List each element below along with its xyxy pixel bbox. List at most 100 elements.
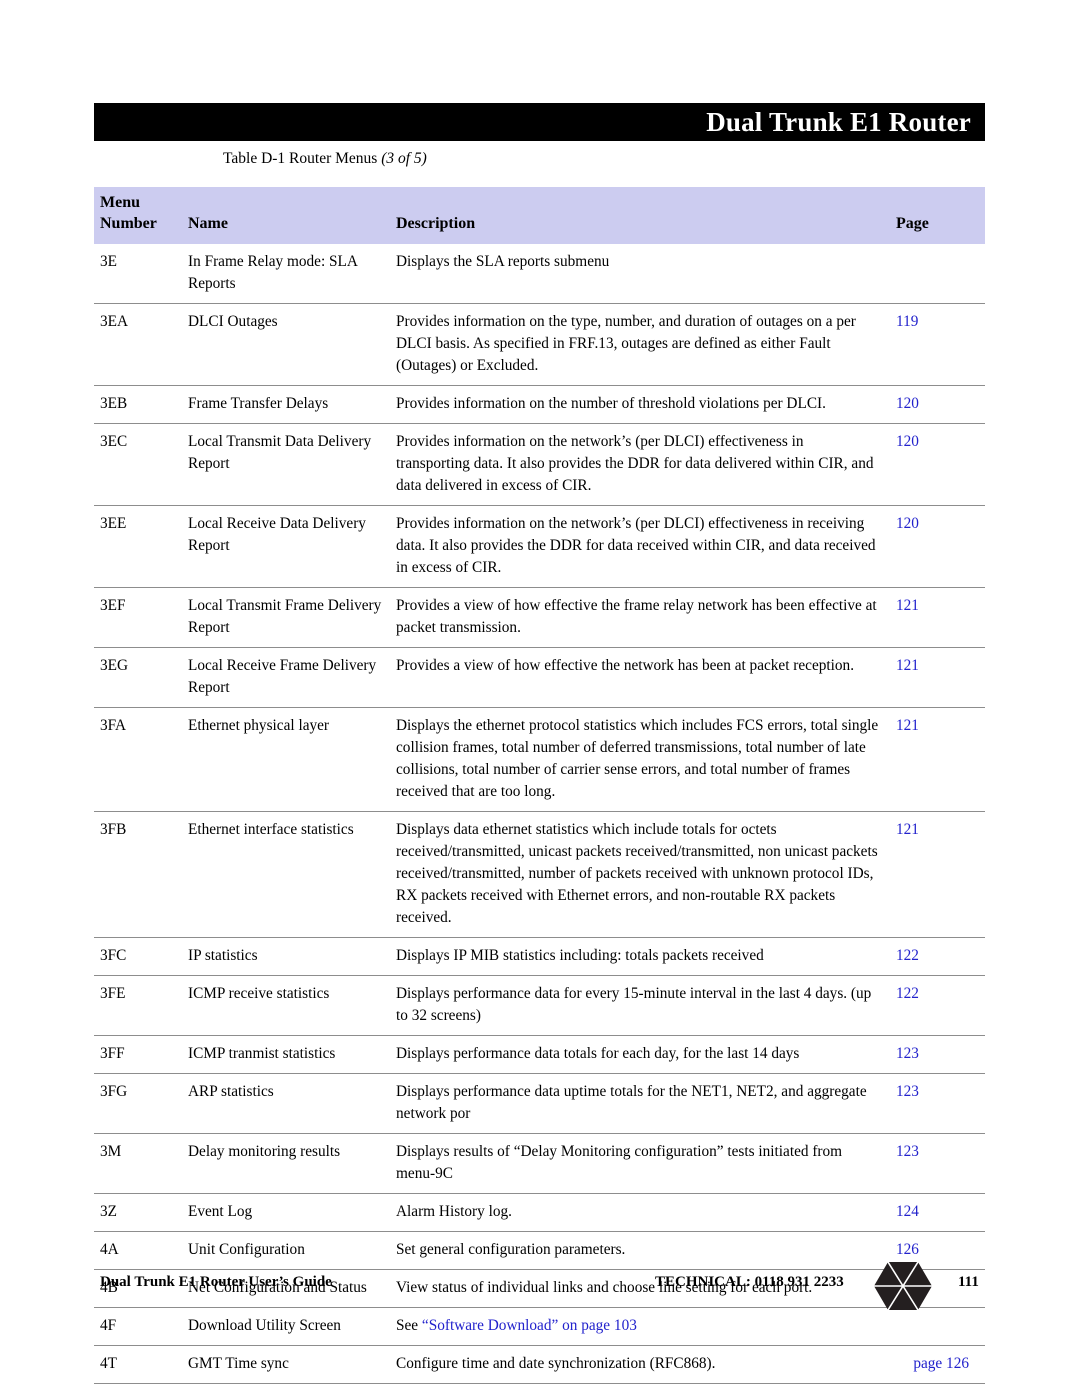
table-row: 3FE ICMP receive statistics Displays perfo… [94, 974, 985, 1036]
cell-menu-name: Event Log [182, 1193, 390, 1232]
cell-menu-number: 3Z [94, 1193, 182, 1232]
column-header-page-label: Page [896, 214, 929, 232]
table-row: 3M Delay monitoring results Displays resul… [94, 1133, 985, 1194]
cell-menu-name: Local Transmit Frame Delivery Report [182, 586, 390, 648]
cell-menu-name: Local Receive Frame Delivery Report [182, 646, 390, 708]
cell-menu-number: 3EE [94, 504, 182, 588]
table-row: 3E In Frame Relay mode: SLA Reports Displa… [94, 244, 985, 304]
cell-menu-name: Unit Configuration [182, 1231, 390, 1270]
table-row: 3FC IP statistics Displays IP MIB statisti… [94, 936, 985, 976]
cell-menu-name: GMT Time sync [182, 1345, 390, 1384]
cell-page-reference[interactable]: 124 [890, 1193, 985, 1232]
table-header-row: Menu Number Name Description Page [94, 187, 985, 244]
table-row: 3EG Local Receive Frame Delivery Report Pr… [94, 646, 985, 708]
table-row: 3EC Local Transmit Data Delivery Report Pr… [94, 422, 985, 506]
table-row: 3EB Frame Transfer Delays Provides informa… [94, 384, 985, 424]
footer-page-number: 111 [958, 1274, 979, 1290]
cell-menu-name: DLCI Outages [182, 302, 390, 386]
cell-menu-number: 3FG [94, 1073, 182, 1134]
cell-description: Provides a view of how effective the net… [390, 646, 890, 708]
page-title: Dual Trunk E1 Router [706, 106, 971, 137]
footer-technical-contact: TECHNICAL: 0118 931 2233 [655, 1274, 844, 1290]
cell-description: Provides a view of how effective the fra… [390, 586, 890, 648]
cell-page-reference[interactable]: 123 [890, 1133, 985, 1194]
table-row: 3FA Ethernet physical layer Displays the e… [94, 706, 985, 812]
table-row: 3EA DLCI Outages Provides information on t… [94, 302, 985, 386]
cell-description: See “Software Download” on page 103 [390, 1307, 890, 1346]
cell-menu-number: 4F [94, 1307, 182, 1346]
cell-description: Provides information on the network’s (p… [390, 504, 890, 588]
description-prefix: See [396, 1317, 422, 1335]
table-row: 4A Unit Configuration Set general configur… [94, 1231, 985, 1270]
cell-menu-name: ARP statistics [182, 1073, 390, 1134]
cell-menu-name: ICMP tranmist statistics [182, 1035, 390, 1074]
cell-menu-number: 3EF [94, 586, 182, 648]
router-menus-table: Menu Number Name Description Page 3E In F… [94, 187, 985, 1384]
cell-page-reference[interactable]: page 126 [890, 1345, 985, 1384]
table-row: 4F Download Utility Screen See “Software D… [94, 1307, 985, 1346]
cell-menu-name: Local Receive Data Delivery Report [182, 504, 390, 588]
cell-page-reference[interactable]: 119 [890, 302, 985, 386]
table-row: 3EE Local Receive Data Delivery Report Pro… [94, 504, 985, 588]
cell-page-reference[interactable]: 122 [890, 974, 985, 1036]
column-header-description: Description [390, 187, 890, 244]
cell-description: Configure time and date synchronization … [390, 1345, 890, 1384]
column-header-name: Name [182, 187, 390, 244]
column-header-description-label: Description [396, 214, 476, 232]
cell-menu-number: 3EC [94, 422, 182, 506]
cell-page-reference[interactable]: 123 [890, 1073, 985, 1134]
cell-menu-name: Delay monitoring results [182, 1133, 390, 1194]
table-row: 3FG ARP statistics Displays performance da… [94, 1073, 985, 1134]
cell-description: Displays the ethernet protocol statistic… [390, 706, 890, 812]
column-header-menu-number: Menu Number [94, 187, 182, 244]
cell-description: Displays data ethernet statistics which … [390, 810, 890, 938]
table-row: 4T GMT Time sync Configure time and date s… [94, 1345, 985, 1384]
table-bottom-rule [94, 1383, 985, 1385]
cell-page-reference[interactable]: 122 [890, 936, 985, 976]
column-header-menu-number-line2: Number [100, 214, 157, 232]
cell-page-reference[interactable]: 121 [890, 646, 985, 708]
table-row: 3EF Local Transmit Frame Delivery Report P… [94, 586, 985, 648]
page-footer: Dual Trunk E1 Router User’s Guide TECHNI… [94, 1261, 985, 1311]
cell-page-reference[interactable]: 121 [890, 810, 985, 938]
cell-description: Displays IP MIB statistics including: to… [390, 936, 890, 976]
cell-description: Displays the SLA reports submenu [396, 252, 610, 270]
cell-menu-name: Ethernet physical layer [182, 706, 390, 812]
cell-description: Displays performance data totals for eac… [390, 1035, 890, 1074]
cell-menu-name: ICMP receive statistics [182, 974, 390, 1036]
table-row: 3FB Ethernet interface statistics Displays… [94, 810, 985, 938]
footer-guide-title: Dual Trunk E1 Router User’s Guide [100, 1274, 332, 1290]
table-body: 3E In Frame Relay mode: SLA Reports Displa… [94, 244, 985, 1384]
cell-page-reference[interactable]: 123 [890, 1035, 985, 1074]
table-caption-main: Table D-1 Router Menus [223, 150, 382, 167]
cell-menu-number: 3FF [94, 1035, 182, 1074]
cell-page-reference [890, 244, 985, 304]
cell-description: Displays performance data uptime totals … [390, 1073, 890, 1134]
table-row: 3Z Event Log Alarm History log. 124 [94, 1193, 985, 1232]
cell-menu-number: 3EG [94, 646, 182, 708]
table-caption-pagecount: (3 of 5) [381, 150, 427, 167]
cell-menu-number: 3E [100, 252, 117, 270]
cell-menu-name: In Frame Relay mode: SLA Reports [188, 252, 358, 292]
column-header-page: Page [890, 187, 985, 244]
column-header-menu-number-line1: Menu [100, 194, 140, 211]
cell-page-reference[interactable]: 120 [890, 504, 985, 588]
cell-menu-number: 4T [94, 1345, 182, 1384]
cell-description: Provides information on the number of th… [390, 384, 890, 424]
cell-description: Provides information on the type, number… [390, 302, 890, 386]
cell-menu-name: Frame Transfer Delays [182, 384, 390, 424]
cell-page-reference[interactable]: 120 [890, 422, 985, 506]
cross-reference-link[interactable]: “Software Download” on page 103 [422, 1317, 637, 1334]
cell-menu-number: 3EA [94, 302, 182, 386]
cell-menu-number: 3FA [94, 706, 182, 812]
cell-page-reference[interactable]: 121 [890, 706, 985, 812]
cell-menu-number: 3EB [94, 384, 182, 424]
cell-menu-name: Download Utility Screen [182, 1307, 390, 1346]
cell-description: Alarm History log. [390, 1193, 890, 1232]
cell-page-reference[interactable]: 121 [890, 586, 985, 648]
cell-menu-number: 3FC [94, 936, 182, 976]
cell-description: Provides information on the network’s (p… [390, 422, 890, 506]
cell-menu-name: IP statistics [182, 936, 390, 976]
cell-page-reference[interactable]: 120 [890, 384, 985, 424]
cell-menu-number: 3FE [94, 974, 182, 1036]
